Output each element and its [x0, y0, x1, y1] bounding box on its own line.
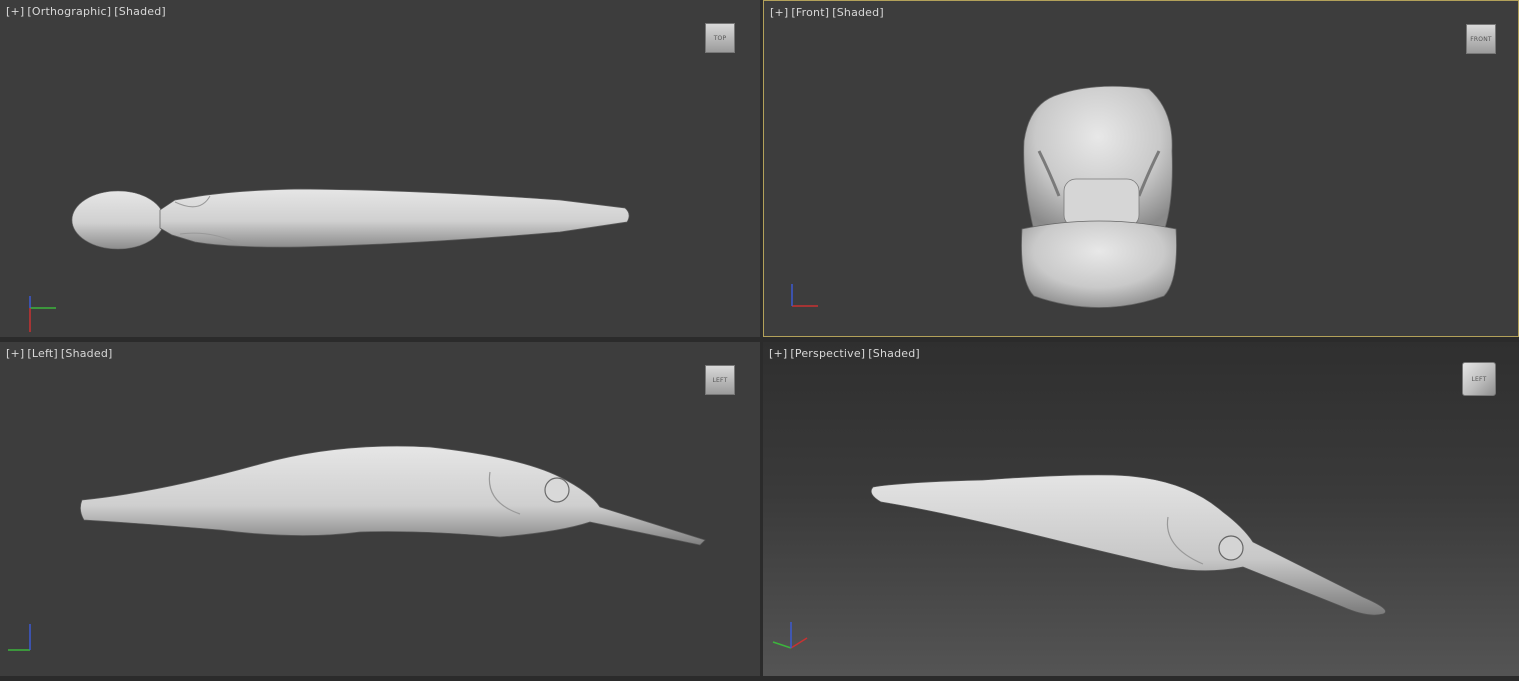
axis-tripod	[791, 284, 818, 307]
lure-model-left[interactable]	[0, 342, 760, 681]
viewport-top[interactable]: [+] [Orthographic] [Shaded] TOP	[0, 0, 760, 337]
lure-model-top[interactable]	[0, 0, 760, 337]
status-strip	[0, 676, 1519, 681]
lure-model-perspective[interactable]	[763, 342, 1519, 681]
viewport-front[interactable]: [+] [Front] [Shaded] FRONT	[763, 0, 1519, 337]
axis-tripod	[8, 624, 31, 651]
viewport-perspective[interactable]: [+] [Perspective] [Shaded] LEFT	[763, 342, 1519, 681]
lure-model-front[interactable]	[764, 1, 1519, 337]
axis-tripod	[772, 622, 808, 649]
viewport-left[interactable]: [+] [Left] [Shaded] LEFT	[0, 342, 760, 681]
axis-tripod	[29, 296, 56, 332]
